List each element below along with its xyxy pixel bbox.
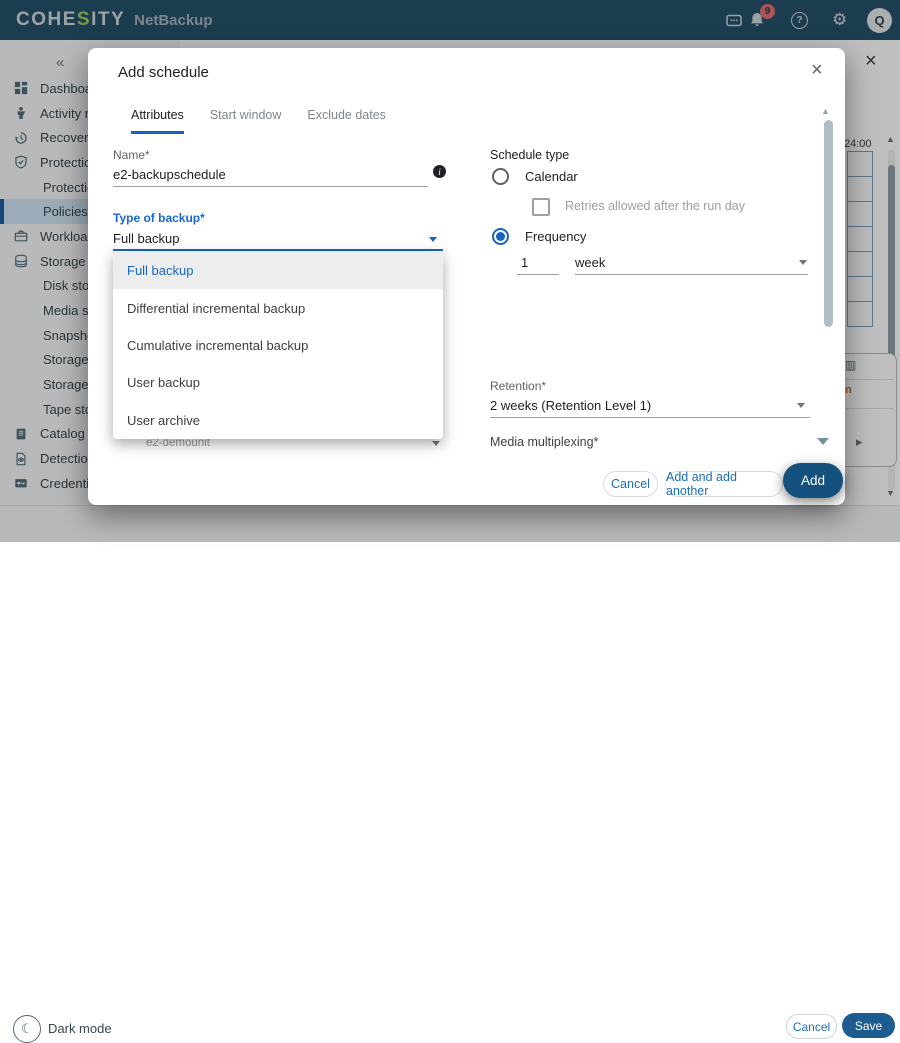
chevron-down-icon[interactable] — [432, 441, 440, 446]
app-root: COHESITY NetBackup 9 ? ⚙ Q « Dashboard A… — [0, 0, 900, 542]
frequency-radio-label: Frequency — [525, 229, 586, 244]
footer-cancel-button[interactable]: Cancel — [786, 1014, 837, 1039]
info-icon[interactable]: i — [433, 165, 446, 178]
add-button[interactable]: Add — [783, 463, 843, 498]
tab-attributes[interactable]: Attributes — [131, 108, 184, 134]
dropdown-option-user-backup[interactable]: User backup — [113, 364, 443, 401]
tab-exclude-dates[interactable]: Exclude dates — [307, 108, 386, 134]
name-input[interactable]: e2-backupschedule — [113, 167, 226, 182]
name-field-label: Name* — [113, 148, 150, 162]
frequency-radio[interactable] — [492, 228, 509, 245]
schedule-type-label: Schedule type — [490, 148, 569, 162]
type-of-backup-underline — [113, 249, 443, 251]
chevron-down-icon[interactable] — [797, 403, 805, 408]
footer-save-button[interactable]: Save — [842, 1013, 895, 1038]
section-expand-chevron-icon[interactable] — [817, 438, 829, 445]
retention-label: Retention* — [490, 379, 546, 393]
modal-close-icon[interactable]: × — [811, 59, 823, 82]
calendar-radio-label: Calendar — [525, 169, 578, 184]
type-of-backup-label: Type of backup* — [113, 211, 205, 225]
retention-underline — [490, 417, 810, 418]
retention-select[interactable]: 2 weeks (Retention Level 1) — [490, 398, 651, 413]
modal-cancel-button[interactable]: Cancel — [603, 471, 658, 497]
type-of-backup-dropdown: Full backup Differential incremental bac… — [113, 252, 443, 439]
retries-checkbox[interactable] — [532, 198, 550, 216]
retries-checkbox-label: Retries allowed after the run day — [565, 199, 745, 213]
dropdown-option-full-backup[interactable]: Full backup — [113, 252, 443, 289]
frequency-unit-select[interactable]: week — [575, 255, 605, 270]
type-of-backup-select[interactable]: Full backup — [113, 231, 179, 246]
tab-start-window[interactable]: Start window — [210, 108, 282, 134]
chevron-down-icon[interactable] — [429, 237, 437, 242]
dark-mode-label: Dark mode — [48, 1021, 112, 1036]
frequency-unit-underline — [575, 274, 808, 275]
dropdown-option-user-archive[interactable]: User archive — [113, 402, 443, 439]
modal-title: Add schedule — [118, 64, 209, 81]
modal-scrollbar-thumb[interactable] — [824, 120, 833, 327]
frequency-value-input[interactable]: 1 — [521, 255, 528, 270]
dropdown-option-differential-incremental[interactable]: Differential incremental backup — [113, 289, 443, 326]
modal-scroll-up-icon[interactable]: ▲ — [821, 106, 830, 116]
dropdown-option-cumulative-incremental[interactable]: Cumulative incremental backup — [113, 327, 443, 364]
add-and-add-another-button[interactable]: Add and add another — [665, 471, 783, 497]
chevron-down-icon[interactable] — [799, 260, 807, 265]
media-multiplexing-label: Media multiplexing* — [490, 435, 598, 449]
modal-tabs: Attributes Start window Exclude dates — [131, 108, 386, 134]
calendar-radio[interactable] — [492, 168, 509, 185]
dark-mode-moon-icon[interactable]: ☾ — [13, 1015, 41, 1043]
name-field-underline — [113, 186, 428, 187]
frequency-value-underline — [517, 274, 559, 275]
